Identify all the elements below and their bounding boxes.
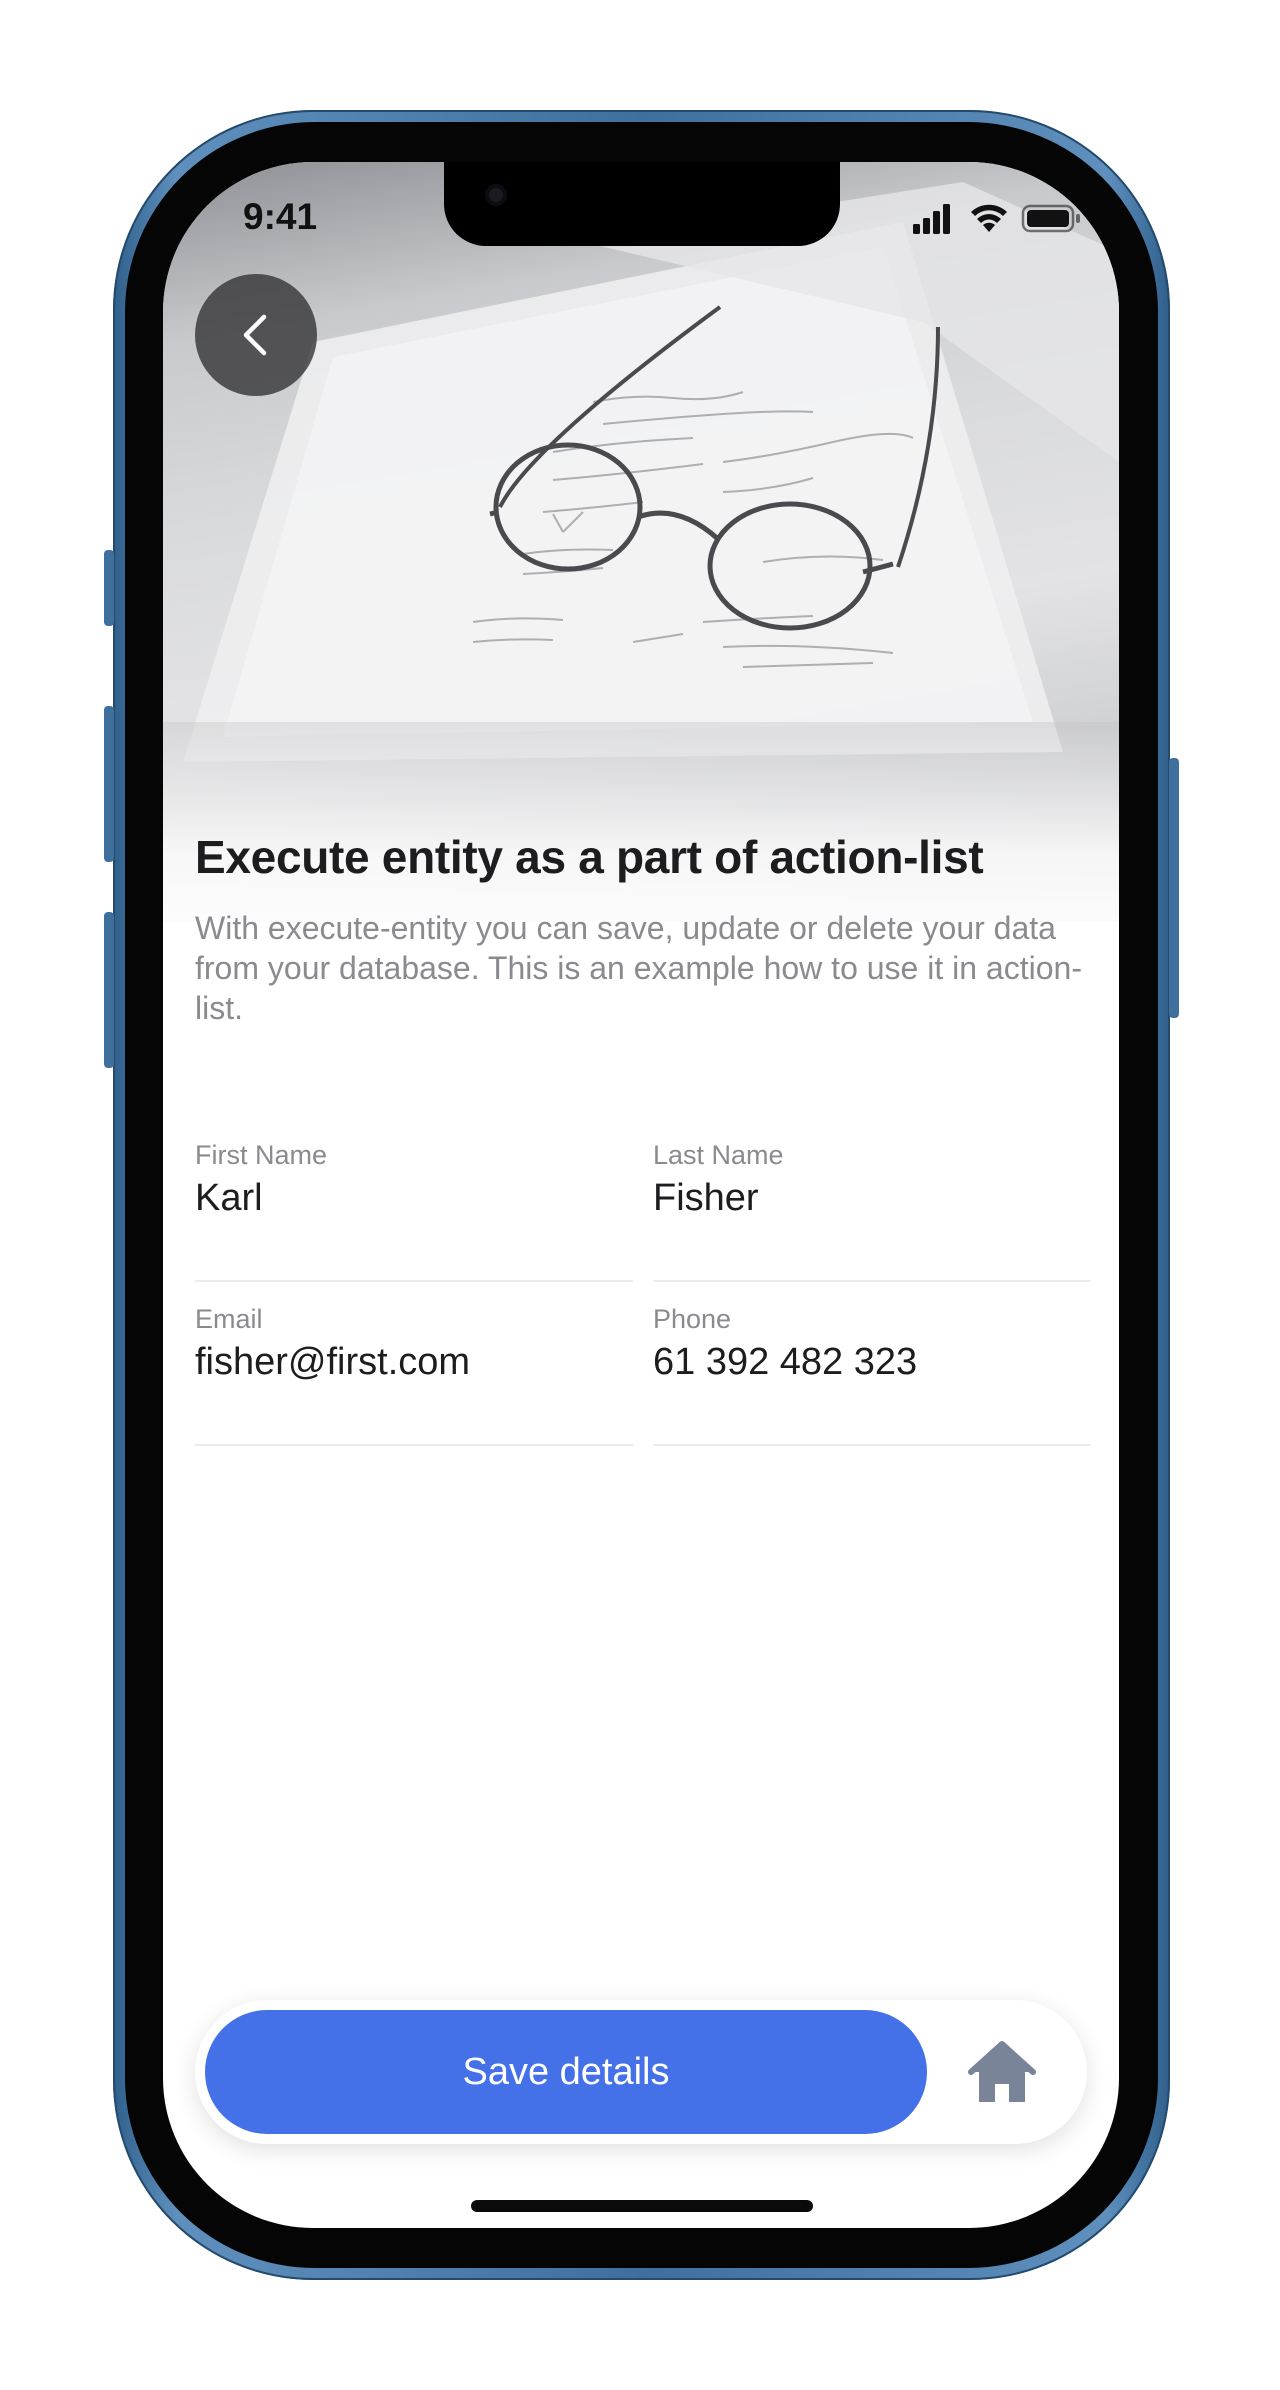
volume-up-button	[104, 706, 114, 862]
status-icons	[913, 202, 1085, 241]
back-button[interactable]	[195, 274, 317, 396]
last-name-field[interactable]: Last Name Fisher	[653, 1140, 1091, 1282]
save-details-button[interactable]: Save details	[205, 2010, 927, 2134]
home-icon	[968, 2041, 1036, 2102]
notch	[444, 162, 840, 246]
status-time: 9:41	[243, 196, 318, 237]
phone-value[interactable]: 61 392 482 323	[653, 1341, 1091, 1384]
email-field[interactable]: Email fisher@first.com	[195, 1304, 633, 1446]
home-button[interactable]	[967, 2038, 1037, 2108]
power-button	[1169, 758, 1179, 1018]
phone-field[interactable]: Phone 61 392 482 323	[653, 1304, 1091, 1446]
hero-image	[163, 162, 1119, 962]
first-name-field[interactable]: First Name Karl	[195, 1140, 633, 1282]
last-name-label: Last Name	[653, 1140, 784, 1170]
signal-icon	[913, 204, 950, 234]
bottom-action-bar: Save details	[195, 2000, 1087, 2144]
first-name-label: First Name	[195, 1140, 328, 1170]
app-screen: 9:41 Execute entity as a part of action-…	[163, 162, 1119, 2228]
front-camera	[485, 184, 507, 206]
home-indicator[interactable]	[471, 2200, 813, 2212]
page-title: Execute entity as a part of action-list	[195, 831, 984, 883]
chevron-left-icon	[243, 314, 267, 356]
email-label: Email	[195, 1304, 263, 1334]
battery-icon	[1021, 204, 1080, 233]
mute-switch	[104, 550, 114, 626]
volume-down-button	[104, 912, 114, 1068]
wifi-icon	[971, 204, 1007, 232]
last-name-value[interactable]: Fisher	[653, 1177, 1091, 1220]
email-value[interactable]: fisher@first.com	[195, 1341, 633, 1384]
phone-label: Phone	[653, 1304, 732, 1334]
page-description: With execute-entity you can save, update…	[195, 910, 1082, 1026]
first-name-value[interactable]: Karl	[195, 1177, 633, 1220]
